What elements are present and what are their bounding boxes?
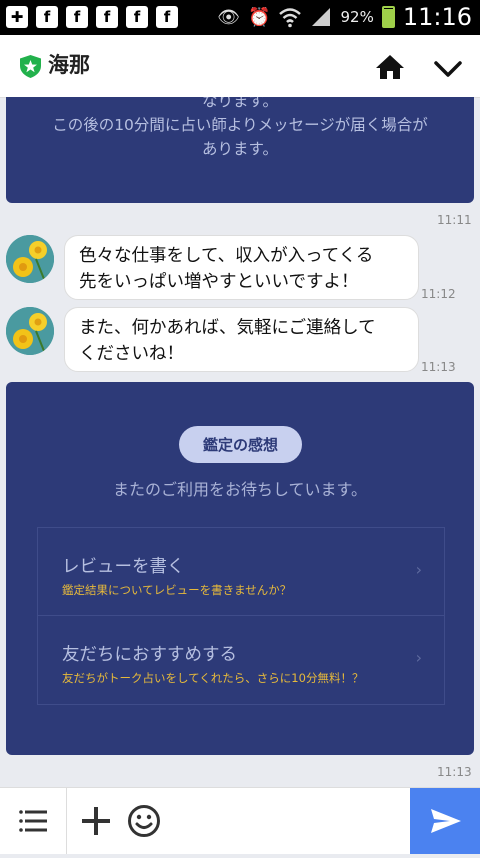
facebook-icon: f	[36, 6, 58, 28]
chat-title: 海那	[48, 53, 90, 77]
menu-list-button[interactable]	[0, 788, 67, 854]
avatar[interactable]	[6, 235, 54, 283]
message-bubble: 色々な仕事をして、収入が入ってくる 先をいっぱい増やすといいですよ！	[64, 235, 419, 300]
message-line: くださいね！	[79, 344, 184, 364]
emoji-icon[interactable]	[127, 804, 161, 838]
status-bar: ✚ f f f f f 👁 ⏰ 92% 11:16	[0, 0, 480, 35]
chat-area[interactable]: なります。 この後の10分間に占い師よりメッセージが届く場合が あります。 11…	[0, 97, 480, 787]
wifi-icon	[279, 8, 302, 28]
chat-header: 海那	[0, 35, 480, 98]
menu-item-title: 友だちにおすすめする	[62, 645, 237, 665]
message-line: また、何かあれば、気軽にご連絡して	[79, 318, 376, 338]
menu-item-desc: 鑑定結果についてレビューを書きませんか？	[62, 583, 292, 597]
message-bubble: また、何かあれば、気軽にご連絡して くださいね！	[64, 307, 419, 372]
facebook-icon: f	[66, 6, 88, 28]
send-icon	[431, 809, 461, 833]
system-message-line: あります。	[202, 140, 278, 158]
system-message-text: なります。 この後の10分間に占い師よりメッセージが届く場合が あります。	[6, 97, 474, 161]
facebook-icon: f	[96, 6, 118, 28]
message-time: 11:11	[437, 213, 472, 227]
menu-item-desc: 友だちがトーク占いをしてくれたら、さらに10分無料！？	[62, 671, 364, 685]
review-pill: 鑑定の感想	[179, 426, 302, 463]
chevron-right-icon: ›	[415, 648, 422, 667]
facebook-icon: f	[156, 6, 178, 28]
avatar[interactable]	[6, 307, 54, 355]
send-button[interactable]	[410, 788, 480, 854]
chevron-right-icon: ›	[415, 560, 422, 579]
plus-icon[interactable]	[80, 805, 112, 837]
review-card: 鑑定の感想 またのご利用をお待ちしています。 レビューを書く 鑑定結果についてレ…	[6, 382, 474, 755]
input-bar	[0, 787, 480, 854]
system-message: なります。 この後の10分間に占い師よりメッセージが届く場合が あります。	[6, 97, 474, 203]
review-subtitle: またのご利用をお待ちしています。	[113, 480, 367, 499]
system-message-line: この後の10分間に占い師よりメッセージが届く場合が	[52, 116, 428, 134]
chevron-down-icon[interactable]	[432, 53, 464, 85]
alarm-icon: ⏰	[248, 6, 271, 28]
menu-item-title: レビューを書く	[62, 557, 185, 577]
verified-shield-icon	[20, 55, 41, 78]
battery-icon	[381, 6, 395, 28]
message-time: 11:13	[421, 360, 456, 374]
write-review-item[interactable]: レビューを書く 鑑定結果についてレビューを書きませんか？ ›	[38, 528, 444, 616]
daffodil-icon	[6, 235, 54, 283]
home-icon[interactable]	[374, 51, 406, 83]
battery-percent: 92%	[340, 8, 374, 26]
message-time: 11:13	[437, 765, 472, 779]
signal-icon	[312, 8, 331, 26]
recommend-friend-item[interactable]: 友だちにおすすめする 友だちがトーク占いをしてくれたら、さらに10分無料！？ ›	[38, 616, 444, 703]
message-time: 11:12	[421, 287, 456, 301]
message-line: 色々な仕事をして、収入が入ってくる	[79, 246, 374, 266]
daffodil-icon	[6, 307, 54, 355]
system-message-line: なります。	[202, 97, 278, 110]
battery-level	[383, 9, 393, 26]
message-line: 先をいっぱい増やすといいですよ！	[79, 272, 359, 292]
review-menu: レビューを書く 鑑定結果についてレビューを書きませんか？ › 友だちにおすすめす…	[37, 527, 445, 705]
status-icons: 👁 ⏰ 92% 11:16	[217, 3, 472, 31]
facebook-icon: f	[126, 6, 148, 28]
eye-icon: 👁	[217, 6, 241, 28]
plus-square-icon: ✚	[6, 6, 28, 28]
notification-icons: ✚ f f f f f	[6, 6, 178, 28]
clock: 11:16	[402, 3, 472, 31]
list-icon	[19, 810, 47, 832]
